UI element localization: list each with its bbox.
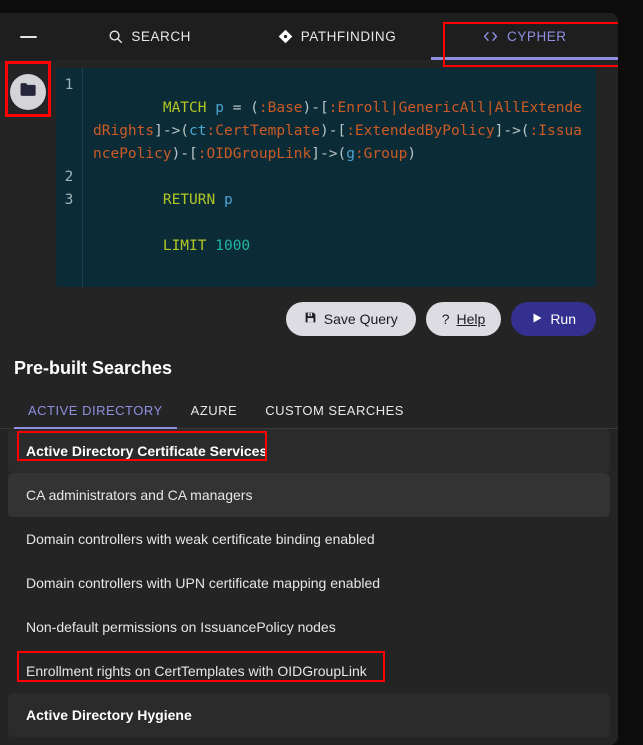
tab-search[interactable]: SEARCH bbox=[56, 13, 243, 60]
run-label: Run bbox=[550, 311, 576, 327]
pathfinding-icon bbox=[278, 29, 293, 44]
code-token: )-[ bbox=[172, 146, 198, 162]
tab-active-directory-label: ACTIVE DIRECTORY bbox=[28, 403, 163, 418]
help-button[interactable]: ? Help bbox=[426, 302, 502, 336]
search-icon bbox=[108, 29, 123, 44]
prebuilt-searches-title: Pre-built Searches bbox=[0, 336, 618, 379]
code-token: MATCH bbox=[163, 100, 207, 116]
list-item-label: Domain controllers with weak certificate… bbox=[26, 531, 375, 547]
prebuilt-tab-bar: ACTIVE DIRECTORY AZURE CUSTOM SEARCHES bbox=[0, 379, 618, 429]
code-token: )-[ bbox=[303, 100, 329, 116]
editor-code-content[interactable]: MATCH p = (:Base)-[:Enroll|GenericAll|Al… bbox=[82, 68, 596, 287]
list-item[interactable]: Enabled Tier Zero / High Value principal… bbox=[0, 737, 618, 745]
minimize-icon bbox=[20, 36, 37, 38]
list-item-label: Non-default permissions on IssuancePolic… bbox=[26, 619, 336, 635]
save-query-label: Save Query bbox=[324, 311, 398, 327]
list-item-label: CA administrators and CA managers bbox=[26, 487, 252, 503]
tab-azure[interactable]: AZURE bbox=[177, 397, 252, 428]
editor-actions: Save Query ? Help Run bbox=[0, 287, 618, 336]
tab-custom-searches-label: CUSTOM SEARCHES bbox=[265, 403, 404, 418]
minimize-button[interactable] bbox=[0, 13, 56, 60]
cypher-panel: SEARCH PATHFINDING CYPHER bbox=[0, 13, 618, 745]
code-token: = ( bbox=[224, 100, 259, 116]
code-token bbox=[207, 100, 216, 116]
code-token: :ExtendedByPolicy bbox=[346, 123, 494, 139]
code-token: g bbox=[346, 146, 355, 162]
floppy-disk-icon bbox=[304, 311, 317, 327]
saved-queries-button[interactable] bbox=[10, 74, 46, 110]
tab-active-directory[interactable]: ACTIVE DIRECTORY bbox=[14, 397, 177, 428]
code-token: )-[ bbox=[320, 123, 346, 139]
list-item-label: Active Directory Certificate Services bbox=[26, 443, 267, 459]
code-token: :Group bbox=[355, 146, 407, 162]
code-token: p bbox=[224, 192, 233, 208]
code-brackets-icon bbox=[482, 29, 499, 44]
tab-custom-searches[interactable]: CUSTOM SEARCHES bbox=[251, 397, 418, 428]
prebuilt-searches-list: Active Directory Certificate Services CA … bbox=[0, 429, 618, 745]
code-token: ]->( bbox=[495, 123, 530, 139]
save-query-button[interactable]: Save Query bbox=[286, 302, 416, 336]
list-item[interactable]: Domain controllers with UPN certificate … bbox=[0, 561, 618, 605]
code-token: ]->( bbox=[311, 146, 346, 162]
editor-gutter: 1 2 3 bbox=[56, 68, 82, 287]
tab-azure-label: AZURE bbox=[191, 403, 238, 418]
code-token: :OIDGroupLink bbox=[198, 146, 312, 162]
list-item-label: Enrollment rights on CertTemplates with … bbox=[26, 663, 367, 679]
code-line-3: LIMIT 1000 bbox=[163, 238, 250, 254]
list-item[interactable]: Domain controllers with weak certificate… bbox=[0, 517, 618, 561]
list-item-label: Domain controllers with UPN certificate … bbox=[26, 575, 380, 591]
cypher-query-editor[interactable]: 1 2 3 MATCH p = (:Base)-[:Enroll|Generic… bbox=[56, 68, 596, 287]
list-section-header: Active Directory Hygiene bbox=[8, 693, 610, 737]
folder-button-wrap bbox=[0, 68, 56, 287]
code-line-1: MATCH p = (:Base)-[:Enroll|GenericAll|Al… bbox=[93, 100, 582, 162]
list-item-label: Active Directory Hygiene bbox=[26, 707, 192, 723]
code-token: LIMIT bbox=[163, 238, 207, 254]
line-number: 2 bbox=[56, 166, 82, 189]
top-tab-bar: SEARCH PATHFINDING CYPHER bbox=[0, 13, 618, 60]
list-item[interactable]: Non-default permissions on IssuancePolic… bbox=[0, 605, 618, 649]
question-mark-icon: ? bbox=[442, 311, 450, 327]
play-icon bbox=[531, 311, 543, 327]
tab-pathfinding[interactable]: PATHFINDING bbox=[243, 13, 430, 60]
code-token: RETURN bbox=[163, 192, 215, 208]
code-token: ct bbox=[189, 123, 206, 139]
list-item[interactable]: CA administrators and CA managers bbox=[8, 473, 610, 517]
code-line-2: RETURN p bbox=[163, 192, 233, 208]
help-label: Help bbox=[457, 311, 486, 327]
code-token bbox=[207, 238, 216, 254]
folder-icon bbox=[19, 80, 38, 104]
tab-pathfinding-label: PATHFINDING bbox=[301, 29, 397, 44]
code-token: :CertTemplate bbox=[207, 123, 321, 139]
list-section-header: Active Directory Certificate Services bbox=[8, 429, 610, 473]
code-token bbox=[215, 192, 224, 208]
list-item[interactable]: Enrollment rights on CertTemplates with … bbox=[0, 649, 618, 693]
line-number: 3 bbox=[56, 189, 82, 212]
code-token: ) bbox=[407, 146, 416, 162]
tab-cypher-label: CYPHER bbox=[507, 29, 567, 44]
tab-search-label: SEARCH bbox=[131, 29, 191, 44]
code-token: p bbox=[215, 100, 224, 116]
run-button[interactable]: Run bbox=[511, 302, 596, 336]
tab-cypher[interactable]: CYPHER bbox=[431, 13, 618, 60]
query-editor-row: 1 2 3 MATCH p = (:Base)-[:Enroll|Generic… bbox=[0, 60, 618, 287]
code-token: 1000 bbox=[215, 238, 250, 254]
code-token: ]->( bbox=[154, 123, 189, 139]
line-number: 1 bbox=[56, 74, 82, 166]
code-token: :Base bbox=[259, 100, 303, 116]
